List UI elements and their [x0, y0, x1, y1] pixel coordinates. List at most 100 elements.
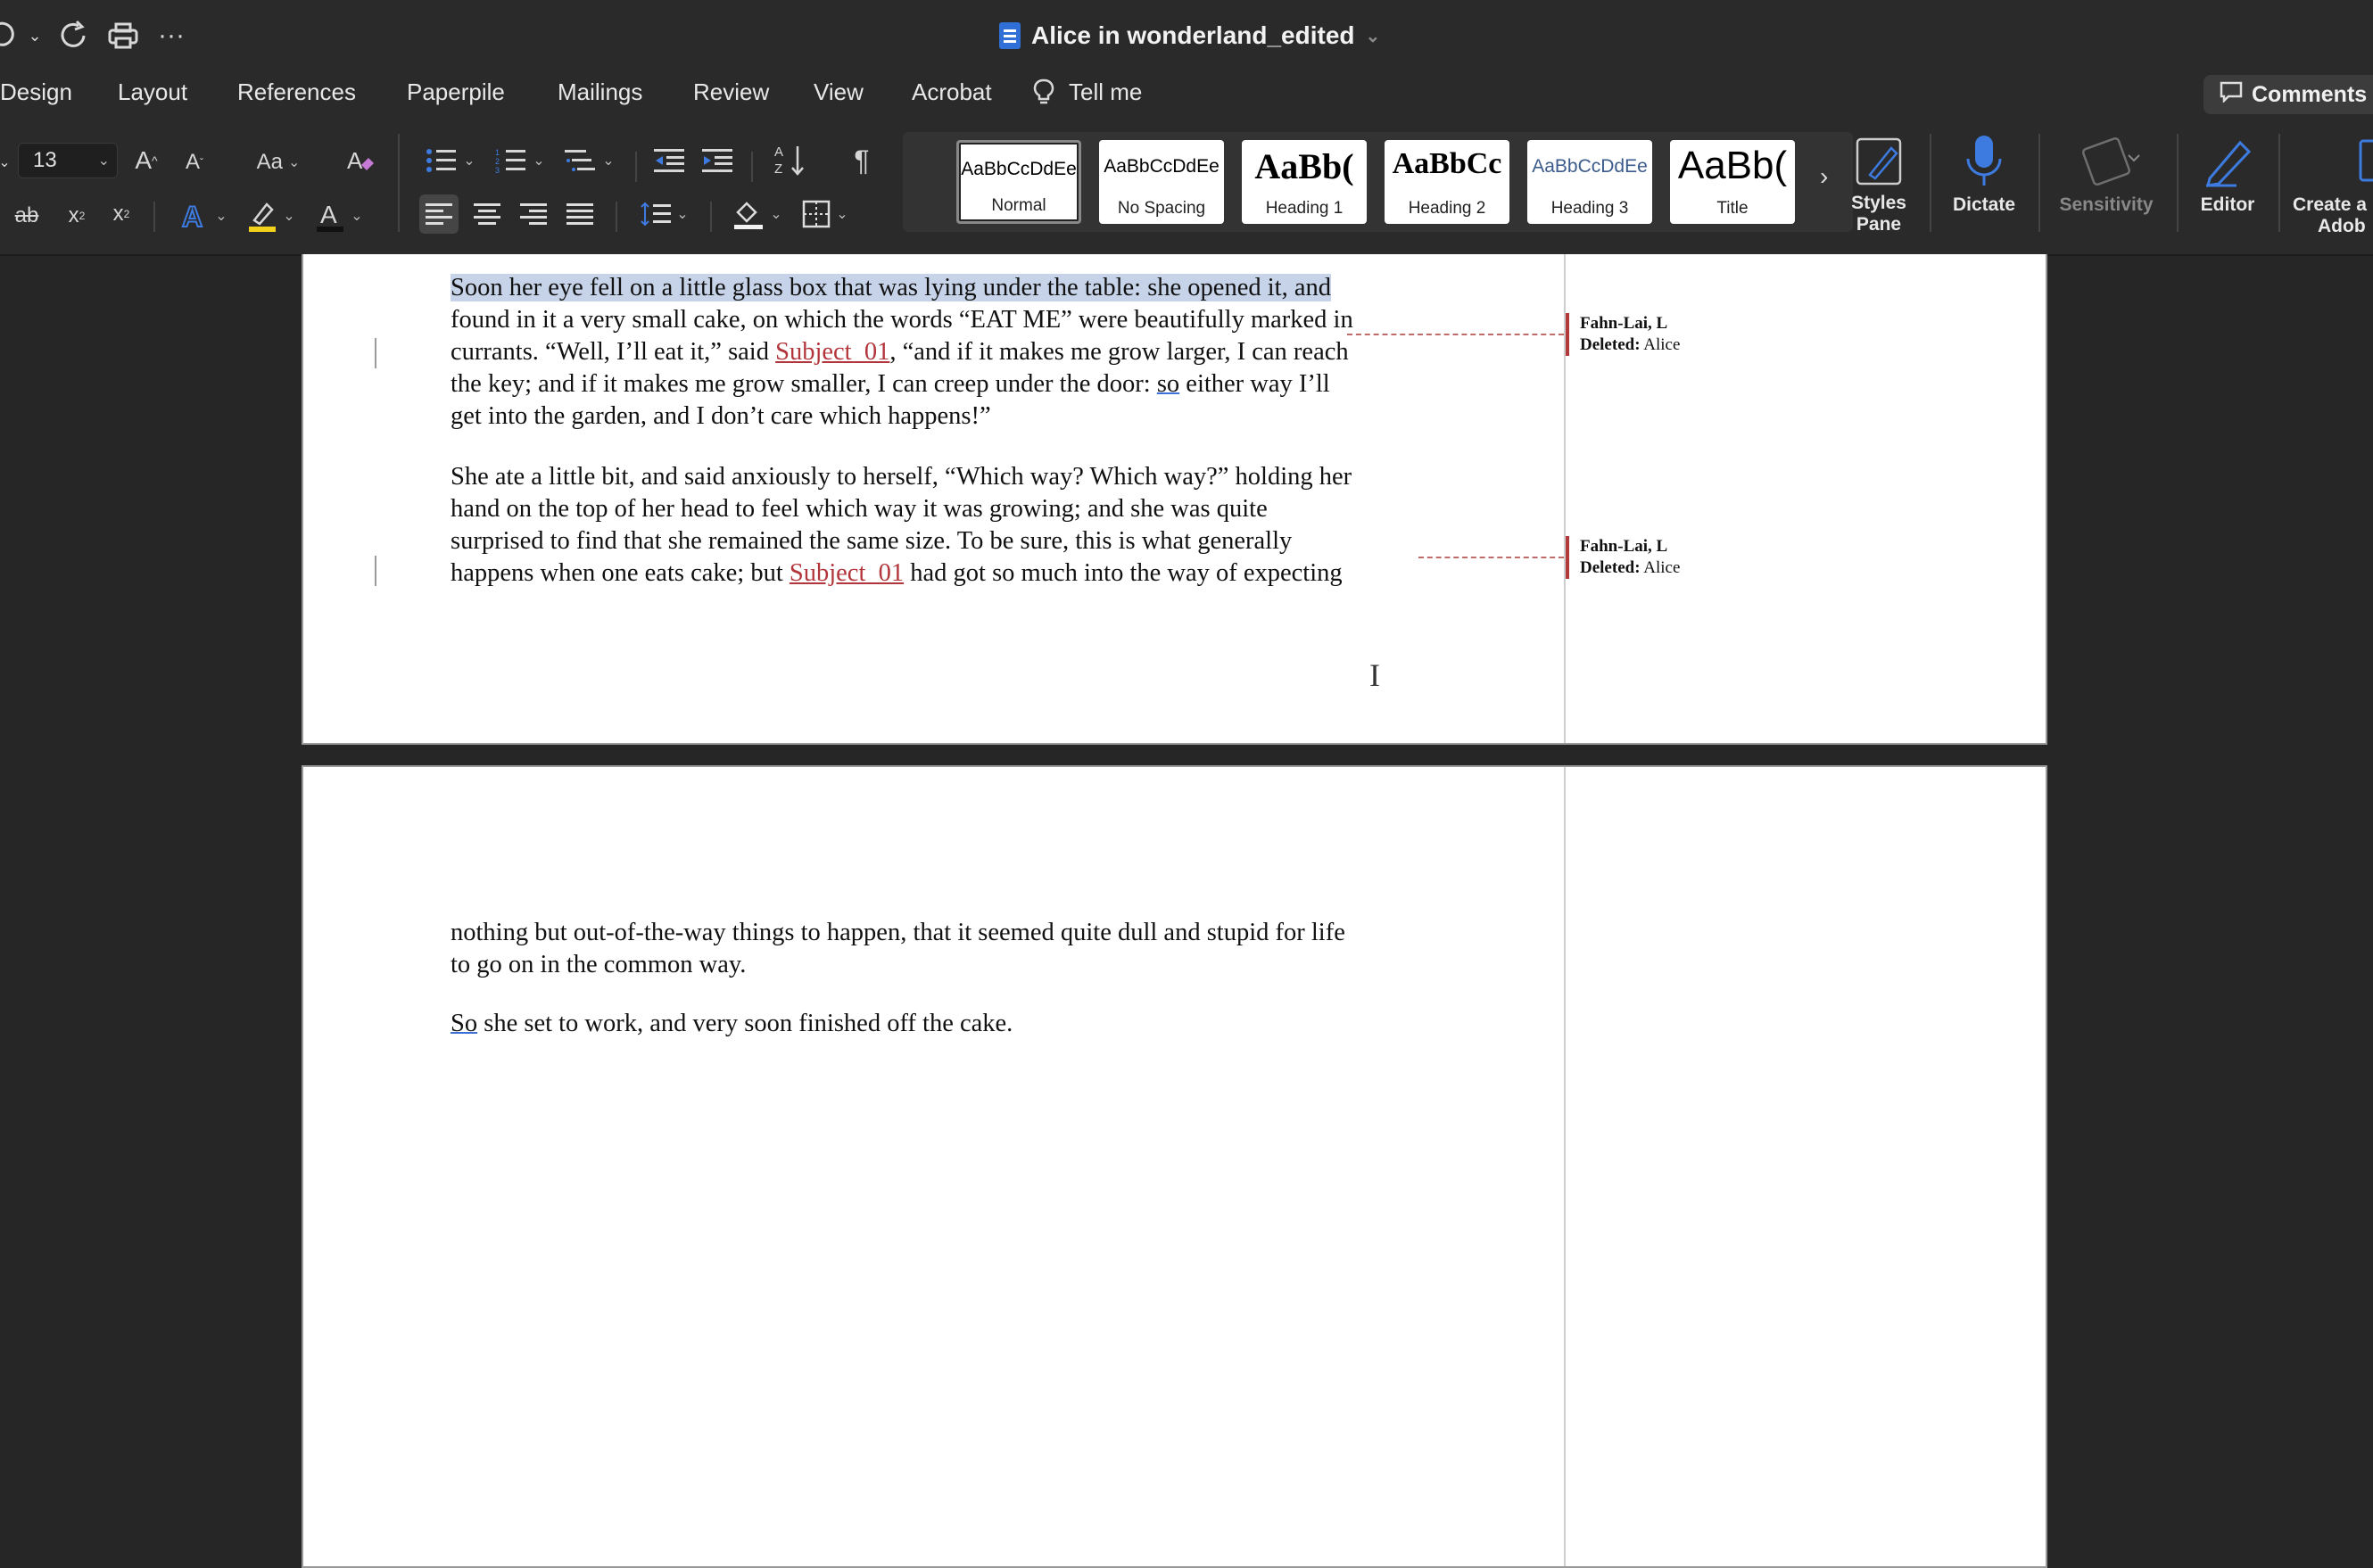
grammar-flag[interactable]: So	[451, 1010, 477, 1037]
revision-balloon[interactable]: Fahn-Lai, L Deleted: Alice	[1566, 536, 1812, 579]
line-spacing-button[interactable]: ⌄	[633, 194, 696, 234]
styles-pane-label-line1: Styles	[1851, 193, 1906, 213]
font-size-select[interactable]: 13 ⌄	[18, 143, 118, 178]
gallery-next-chevron-icon[interactable]: ›	[1820, 162, 1828, 191]
style-heading-1[interactable]: AaBb( Heading 1	[1242, 140, 1367, 224]
font-name-dropdown-chevron-icon[interactable]: ⌄	[0, 146, 12, 178]
redo-icon[interactable]	[55, 16, 91, 55]
sensitivity-button[interactable]: Sensitivity	[2043, 134, 2170, 216]
style-no-spacing[interactable]: AaBbCcDdEe No Spacing	[1099, 140, 1224, 224]
strikethrough-icon[interactable]: ab	[9, 198, 45, 234]
text-line: to go on in the common way.	[451, 951, 747, 978]
show-formatting-marks-icon[interactable]: ¶	[844, 141, 880, 180]
increase-indent-icon[interactable]	[698, 143, 737, 178]
tracked-insertion[interactable]: Subject_01	[790, 559, 904, 587]
shading-button[interactable]: ⌄	[726, 194, 789, 234]
grammar-flag[interactable]: so	[1157, 370, 1179, 398]
revision-balloon[interactable]: Fahn-Lai, L Deleted: Alice	[1566, 313, 1812, 356]
tab-mailings[interactable]: Mailings	[558, 78, 642, 106]
style-name: Heading 3	[1550, 199, 1629, 218]
tab-layout[interactable]: Layout	[118, 78, 187, 106]
text-effects-button[interactable]: A ⌄	[175, 196, 232, 235]
paragraph-1[interactable]: Soon her eye fell on a little glass box …	[451, 272, 1423, 433]
tracked-insertion[interactable]: Subject_01	[775, 338, 889, 366]
styles-pane-button[interactable]: Styles Pane	[1845, 136, 1913, 235]
styles-pane-label-line2: Pane	[1856, 214, 1902, 235]
paragraph-2[interactable]: She ate a little bit, and said anxiously…	[451, 461, 1423, 590]
text-line: happens when one eats cake; but Subject_…	[451, 557, 1423, 590]
chevron-down-icon: ⌄	[1365, 26, 1381, 46]
superscript-icon[interactable]: x2	[105, 196, 137, 232]
align-center-icon[interactable]	[467, 194, 507, 234]
style-sample: AaBbCcDdEe	[1532, 156, 1648, 177]
decrease-indent-icon[interactable]	[649, 143, 689, 178]
create-adobe-pdf-button[interactable]: Create a Adob	[2293, 134, 2373, 237]
undo-icon[interactable]	[0, 16, 18, 55]
svg-text:A: A	[774, 144, 783, 160]
multilevel-list-button[interactable]: ⌄	[558, 143, 621, 178]
document-page-1[interactable]: Soon her eye fell on a little glass box …	[302, 254, 2047, 745]
paragraph-3[interactable]: nothing but out-of-the-way things to hap…	[451, 917, 1423, 981]
dictate-label: Dictate	[1952, 194, 2016, 215]
editor-button[interactable]: Editor	[2187, 134, 2268, 216]
text-line: She ate a little bit, and said anxiously…	[451, 463, 1352, 491]
change-bar	[375, 556, 376, 586]
tab-references[interactable]: References	[237, 78, 356, 106]
balloon-text: Alice	[1640, 558, 1681, 577]
style-heading-3[interactable]: AaBbCcDdEe Heading 3	[1527, 140, 1652, 224]
create-pdf-label-line1: Create a	[2293, 194, 2367, 215]
ribbon-separator	[2177, 134, 2179, 232]
create-pdf-label-line2: Adob	[2318, 216, 2366, 236]
text-line: hand on the top of her head to feel whic…	[451, 495, 1268, 523]
text-line: nothing but out-of-the-way things to hap…	[451, 919, 1345, 946]
borders-button[interactable]: ⌄	[794, 194, 856, 234]
text-run: currants. “Well, I’ll eat it,” said	[451, 338, 776, 366]
comments-button[interactable]: Comments	[2204, 75, 2373, 114]
svg-text:A: A	[347, 147, 363, 174]
sort-icon[interactable]: AZ	[769, 139, 812, 180]
grow-font-icon[interactable]: A ^	[130, 141, 162, 180]
align-left-icon[interactable]	[419, 194, 459, 234]
microphone-icon	[1966, 136, 2002, 186]
text-line: get into the garden, and I don’t care wh…	[451, 402, 991, 430]
ribbon-separator	[1930, 134, 1931, 232]
text-line: surprised to find that she remained the …	[451, 527, 1293, 555]
style-heading-2[interactable]: AaBbCc Heading 2	[1385, 140, 1509, 224]
style-sample: AaBbCcDdEe	[961, 159, 1077, 179]
tab-paperpile[interactable]: Paperpile	[407, 78, 505, 106]
highlight-color-button[interactable]: ⌄	[243, 196, 300, 235]
more-icon[interactable]: ···	[153, 16, 189, 55]
tab-design[interactable]: Design	[0, 78, 72, 106]
print-icon[interactable]	[105, 16, 141, 55]
style-normal[interactable]: AaBbCcDdEe Normal	[956, 140, 1081, 224]
change-case-button[interactable]: Aa ⌄	[250, 143, 307, 182]
comment-icon	[2220, 81, 2243, 109]
tab-review[interactable]: Review	[693, 78, 769, 106]
sensitivity-icon	[2081, 136, 2140, 186]
create-pdf-icon	[2359, 139, 2373, 182]
ribbon-tabs: Design Layout References Paperpile Maili…	[0, 71, 2373, 116]
document-page-2[interactable]: nothing but out-of-the-way things to hap…	[302, 765, 2047, 1568]
text-run: she set to work, and very soon finished …	[477, 1010, 1013, 1037]
subscript-icon[interactable]: x2	[61, 198, 93, 234]
paragraph-4[interactable]: So she set to work, and very soon finish…	[451, 1008, 1423, 1040]
style-sample: AaBbCc	[1392, 147, 1502, 180]
clear-formatting-icon[interactable]: A	[341, 141, 380, 180]
tab-view[interactable]: View	[814, 78, 864, 106]
bullets-button[interactable]: ⌄	[419, 143, 482, 178]
ribbon-separator	[710, 202, 712, 232]
tell-me-search[interactable]: Tell me	[1069, 78, 1142, 106]
balloon-text: Alice	[1640, 335, 1681, 354]
document-title[interactable]: Alice in wonderland_edited ⌄	[999, 18, 1380, 54]
svg-text:2: 2	[495, 157, 500, 166]
tab-acrobat[interactable]: Acrobat	[912, 78, 992, 106]
font-color-button[interactable]: A ⌄	[310, 196, 368, 235]
dictate-button[interactable]: Dictate	[1945, 134, 2023, 216]
undo-dropdown-chevron-icon[interactable]: ⌄	[25, 16, 45, 55]
document-title-text: Alice in wonderland_edited	[1031, 21, 1355, 49]
align-right-icon[interactable]	[514, 194, 553, 234]
justify-icon[interactable]	[560, 194, 599, 234]
numbering-button[interactable]: 1 2 3 ⌄	[489, 143, 551, 178]
style-title[interactable]: AaBb( Title	[1670, 140, 1795, 224]
shrink-font-icon[interactable]: Aˇ	[178, 143, 211, 182]
